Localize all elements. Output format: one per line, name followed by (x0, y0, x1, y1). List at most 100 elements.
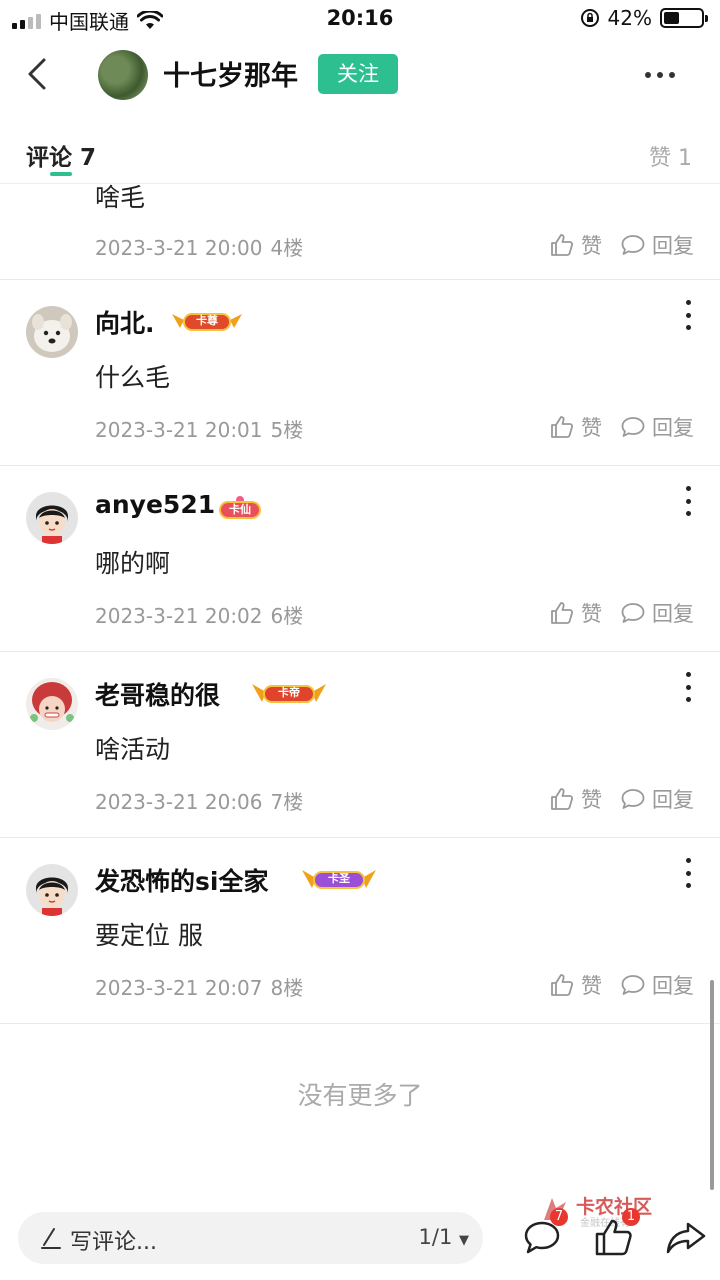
comment-meta: 2023-3-21 20:01 5楼 (95, 414, 303, 443)
orientation-lock-icon (580, 9, 599, 27)
page-selector[interactable]: 1/1 ▼ (419, 1225, 469, 1249)
comment-meta: 2023-3-21 20:00 4楼 (95, 232, 303, 261)
thumbs-up-icon (551, 416, 574, 438)
comment-actions: 赞 回复 (549, 598, 694, 628)
comment-item: 老哥稳的很 卡帝 啥活动 2023-3-21 20:06 7楼 赞 回复 (0, 652, 720, 838)
scrollbar[interactable] (710, 980, 714, 1190)
like-label: 赞 (581, 416, 602, 440)
reply-label: 回复 (652, 788, 694, 812)
author-name[interactable]: 十七岁那年 (163, 54, 298, 93)
like-count-badge: 1 (622, 1208, 640, 1226)
like-button[interactable]: 赞 (549, 784, 602, 814)
chevron-left-icon (28, 58, 46, 90)
avatar[interactable] (26, 864, 78, 916)
caret-down-icon: ▼ (459, 1233, 469, 1248)
comment-more-button[interactable] (682, 300, 694, 330)
tab-likes[interactable]: 赞 1 (649, 140, 692, 172)
comment-time: 2023-3-21 20:07 (95, 976, 263, 1000)
more-options-button[interactable] (640, 60, 680, 90)
comment-actions: 赞 回复 (549, 412, 694, 442)
comment-content: 要定位 服 (95, 921, 203, 950)
share-arrow-icon (666, 1222, 706, 1254)
battery-percent: 42% (607, 6, 652, 30)
comment-content: 哪的啊 (95, 549, 171, 578)
comment-floor: 5楼 (270, 418, 304, 442)
pen-icon (41, 1228, 61, 1249)
comment-actions: 赞 回复 (549, 230, 694, 260)
speech-bubble-icon (621, 417, 645, 437)
comment-time: 2023-3-21 20:02 (95, 604, 263, 628)
reply-button[interactable]: 回复 (620, 784, 694, 814)
speech-bubble-icon (621, 603, 645, 623)
comment-meta: 2023-3-21 20:07 8楼 (95, 972, 303, 1001)
comment-item: 向北. 卡尊 什么毛 2023-3-21 20:01 5楼 赞 回复 (0, 280, 720, 466)
avatar[interactable] (26, 678, 78, 730)
avatar[interactable] (26, 492, 78, 544)
like-label: 赞 (581, 974, 602, 998)
more-dot-icon (645, 72, 651, 78)
thumbs-up-icon (551, 788, 574, 810)
speech-bubble-icon (621, 789, 645, 809)
status-bar: 中国联通 20:16 42% (0, 0, 720, 36)
dog-avatar-icon (26, 306, 78, 358)
comment-item: 啥毛 2023-3-21 20:00 4楼 赞 回复 (0, 183, 720, 280)
reply-label: 回复 (652, 974, 694, 998)
cartoon-girl-avatar-icon (26, 864, 78, 916)
reply-label: 回复 (652, 234, 694, 258)
comment-more-button[interactable] (682, 486, 694, 516)
comment-floor: 8楼 (270, 976, 304, 1000)
share-button[interactable] (664, 1216, 708, 1260)
comment-more-button[interactable] (682, 672, 694, 702)
comment-floor: 6楼 (270, 604, 304, 628)
reply-button[interactable]: 回复 (620, 412, 694, 442)
back-button[interactable] (22, 54, 58, 94)
like-label: 赞 (581, 788, 602, 812)
like-post-button[interactable]: 1 (592, 1208, 640, 1260)
tab-comments[interactable]: 评论 7 (26, 138, 96, 172)
comment-tab-row: 评论 7 赞 1 (0, 132, 720, 184)
comment-count-badge: 7 (550, 1208, 568, 1226)
follow-button[interactable]: 关注 (318, 54, 398, 94)
reply-label: 回复 (652, 602, 694, 626)
like-button[interactable]: 赞 (549, 230, 602, 260)
red-hair-avatar-icon (26, 678, 78, 730)
thumbs-up-icon (551, 234, 574, 256)
more-dot-icon (657, 72, 663, 78)
reply-button[interactable]: 回复 (620, 230, 694, 260)
comment-list: 啥毛 2023-3-21 20:00 4楼 赞 回复 向北. 卡尊 什么毛 20… (0, 183, 720, 1024)
badge-label: 卡仙 (229, 503, 251, 516)
page-indicator: 1/1 (418, 1225, 453, 1249)
comment-meta: 2023-3-21 20:02 6楼 (95, 600, 303, 629)
comment-time: 2023-3-21 20:00 (95, 236, 263, 260)
comment-content: 啥活动 (95, 735, 171, 764)
comment-username[interactable]: anye521 (95, 490, 215, 519)
comment-username[interactable]: 向北. (95, 304, 155, 340)
rank-badge: 卡圣 (300, 866, 378, 892)
like-label: 赞 (581, 234, 602, 258)
like-button[interactable]: 赞 (549, 412, 602, 442)
comment-actions: 赞 回复 (549, 970, 694, 1000)
comment-floor: 4楼 (270, 236, 304, 260)
write-comment-input[interactable]: 写评论... 1/1 ▼ (18, 1212, 483, 1264)
comment-actions: 赞 回复 (549, 784, 694, 814)
like-button[interactable]: 赞 (549, 970, 602, 1000)
end-of-list-text: 没有更多了 (297, 1081, 423, 1110)
comment-username[interactable]: 老哥稳的很 (95, 676, 220, 712)
comment-username[interactable]: 发恐怖的si全家 (95, 862, 268, 898)
reply-label: 回复 (652, 416, 694, 440)
badge-label: 卡尊 (196, 314, 218, 327)
reply-button[interactable]: 回复 (620, 598, 694, 628)
author-avatar[interactable] (98, 50, 148, 100)
like-button[interactable]: 赞 (549, 598, 602, 628)
comment-item: 发恐怖的si全家 卡圣 要定位 服 2023-3-21 20:07 8楼 赞 回复 (0, 838, 720, 1024)
comment-item: anye521 卡仙 哪的啊 2023-3-21 20:02 6楼 赞 回复 (0, 466, 720, 652)
comment-content: 什么毛 (95, 363, 171, 392)
reply-button[interactable]: 回复 (620, 970, 694, 1000)
rank-badge: 卡帝 (250, 680, 328, 706)
cartoon-girl-avatar-icon (26, 492, 78, 544)
comment-floor: 7楼 (270, 790, 304, 814)
comment-more-button[interactable] (682, 858, 694, 888)
comments-button[interactable]: 7 (520, 1208, 568, 1260)
thumbs-up-icon (551, 974, 574, 996)
avatar[interactable] (26, 306, 78, 358)
